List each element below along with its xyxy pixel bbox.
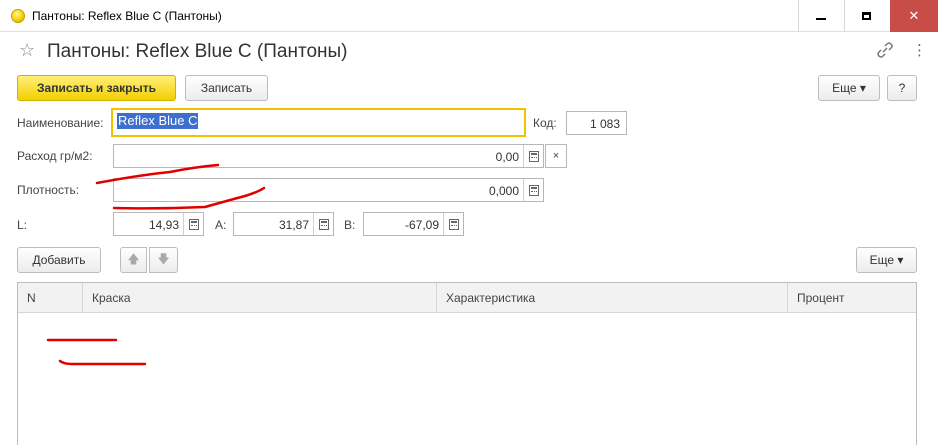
b-value: -67,09 xyxy=(404,218,439,232)
consumption-label: Расход гр/м2: xyxy=(17,149,93,163)
form-title: Пантоны: Reflex Blue C (Пантоны) xyxy=(47,41,348,62)
table-header: N Краска Характеристика Процент xyxy=(18,283,916,313)
name-value: Reflex Blue C xyxy=(117,113,199,129)
maximize-icon xyxy=(862,12,871,20)
maximize-button[interactable] xyxy=(844,0,888,32)
more-dropdown-button[interactable]: Еще ▾ xyxy=(818,75,880,101)
a-field[interactable]: 31,87 xyxy=(233,212,334,236)
column-header-percent[interactable]: Процент xyxy=(788,283,916,312)
close-window-button[interactable]: ✕ xyxy=(890,0,938,32)
arrow-down-icon: 🡇 xyxy=(157,251,170,266)
save-and-close-button[interactable]: Записать и закрыть xyxy=(17,75,176,101)
table-more-dropdown-button[interactable]: Еще ▾ xyxy=(856,247,917,273)
app-1c-icon xyxy=(11,9,25,23)
calculator-icon[interactable] xyxy=(523,145,543,167)
column-header-characteristic[interactable]: Характеристика xyxy=(437,283,788,312)
calculator-icon[interactable] xyxy=(313,213,333,235)
a-label: A: xyxy=(215,218,227,232)
l-label: L: xyxy=(17,218,28,232)
consumption-value: 0,00 xyxy=(495,150,519,164)
code-field[interactable]: 1 083 xyxy=(566,111,627,135)
close-icon: ✕ xyxy=(908,8,920,23)
code-value: 1 083 xyxy=(589,117,620,131)
l-value: 14,93 xyxy=(148,218,179,232)
save-button[interactable]: Записать xyxy=(185,75,268,101)
arrow-up-icon: 🡅 xyxy=(127,251,140,266)
help-button[interactable]: ? xyxy=(887,75,917,101)
add-row-button[interactable]: Добавить xyxy=(17,247,101,273)
window-titlebar: Пантоны: Reflex Blue C (Пантоны) ✕ xyxy=(0,0,938,32)
clear-icon: × xyxy=(552,150,560,162)
paints-table[interactable]: N Краска Характеристика Процент xyxy=(17,282,917,445)
density-label: Плотность: xyxy=(17,183,80,197)
calculator-icon[interactable] xyxy=(443,213,463,235)
clear-consumption-button[interactable]: × xyxy=(545,144,567,168)
name-field[interactable]: Reflex Blue C xyxy=(111,108,526,137)
calculator-icon[interactable] xyxy=(523,179,543,201)
density-field[interactable]: 0,000 xyxy=(113,178,544,202)
code-label: Код: xyxy=(533,116,557,130)
density-value: 0,000 xyxy=(488,184,519,198)
minimize-icon xyxy=(815,18,826,20)
calculator-icon[interactable] xyxy=(183,213,203,235)
name-label: Наименование: xyxy=(17,116,104,130)
a-value: 31,87 xyxy=(278,218,309,232)
l-field[interactable]: 14,93 xyxy=(113,212,204,236)
link-icon[interactable] xyxy=(876,42,894,58)
consumption-field[interactable]: 0,00 xyxy=(113,144,544,168)
window-title: Пантоны: Reflex Blue C (Пантоны) xyxy=(32,9,222,23)
b-label: B: xyxy=(344,218,356,232)
more-actions-kebab-icon[interactable]: ⋮ xyxy=(912,43,927,58)
favorite-star-icon[interactable]: ☆ xyxy=(19,40,35,61)
column-header-paint[interactable]: Краска xyxy=(83,283,437,312)
column-header-n[interactable]: N xyxy=(18,283,83,312)
move-down-button[interactable]: 🡇 xyxy=(149,247,178,273)
move-up-button[interactable]: 🡅 xyxy=(120,247,147,273)
b-field[interactable]: -67,09 xyxy=(363,212,464,236)
minimize-button[interactable] xyxy=(798,0,842,32)
